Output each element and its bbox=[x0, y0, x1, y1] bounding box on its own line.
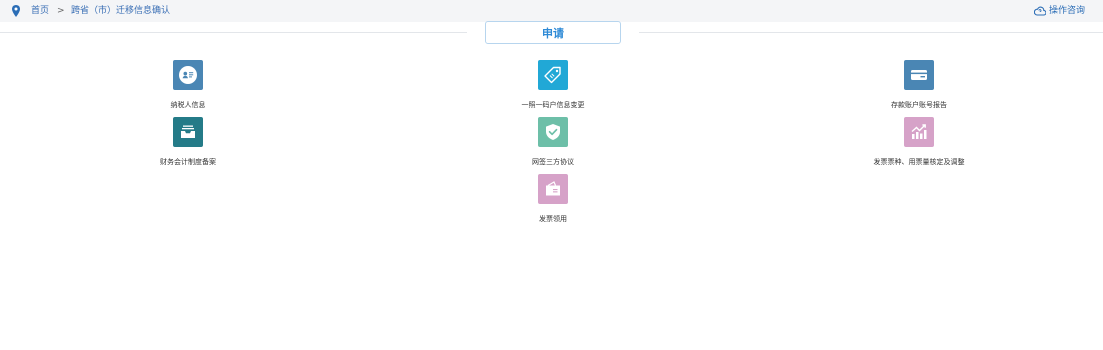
tile-accounting-system-filing[interactable]: 财务会计制度备案 bbox=[108, 117, 268, 167]
section-divider-right bbox=[639, 32, 1103, 33]
tile-license-code-change[interactable]: 一照一码户信息变更 bbox=[473, 60, 633, 110]
tile-deposit-account-report[interactable]: 存款账户账号报告 bbox=[839, 60, 999, 110]
id-card-icon bbox=[173, 60, 203, 90]
card-icon bbox=[904, 60, 934, 90]
tile-taxpayer-info[interactable]: 纳税人信息 bbox=[108, 60, 268, 110]
section-divider-left bbox=[0, 32, 467, 33]
help-consult-button[interactable]: 操作咨询 bbox=[1033, 5, 1085, 17]
tile-tripartite-agreement[interactable]: 网签三方协议 bbox=[473, 117, 633, 167]
tile-label: 纳税人信息 bbox=[170, 101, 206, 109]
tag-icon bbox=[538, 60, 568, 90]
section-title-apply: 申请 bbox=[485, 21, 621, 44]
breadcrumb-current[interactable]: 跨省（市）迁移信息确认 bbox=[71, 5, 170, 17]
tile-label: 发票票种、用票量核定及调整 bbox=[873, 158, 965, 166]
tile-invoice-type-quota[interactable]: 发票票种、用票量核定及调整 bbox=[839, 117, 999, 167]
tile-label: 一照一码户信息变更 bbox=[521, 101, 585, 109]
shield-check-icon bbox=[538, 117, 568, 147]
tile-invoice-collection[interactable]: 发票领用 bbox=[473, 174, 633, 224]
location-pin-icon bbox=[12, 5, 20, 17]
section-title-label: 申请 bbox=[542, 26, 564, 40]
inbox-icon bbox=[173, 117, 203, 147]
top-bar: 首页 > 跨省（市）迁移信息确认 操作咨询 bbox=[0, 0, 1103, 22]
tile-label: 发票领用 bbox=[539, 215, 567, 223]
breadcrumb-separator: > bbox=[57, 6, 65, 16]
tile-label: 财务会计制度备案 bbox=[160, 158, 216, 166]
chart-up-icon bbox=[904, 117, 934, 147]
breadcrumb-home[interactable]: 首页 bbox=[31, 5, 49, 17]
tile-label: 存款账户账号报告 bbox=[891, 101, 947, 109]
help-consult-label: 操作咨询 bbox=[1048, 6, 1085, 16]
tile-label: 网签三方协议 bbox=[532, 158, 574, 166]
receipt-icon bbox=[538, 174, 568, 204]
cloud-help-icon bbox=[1033, 6, 1046, 16]
